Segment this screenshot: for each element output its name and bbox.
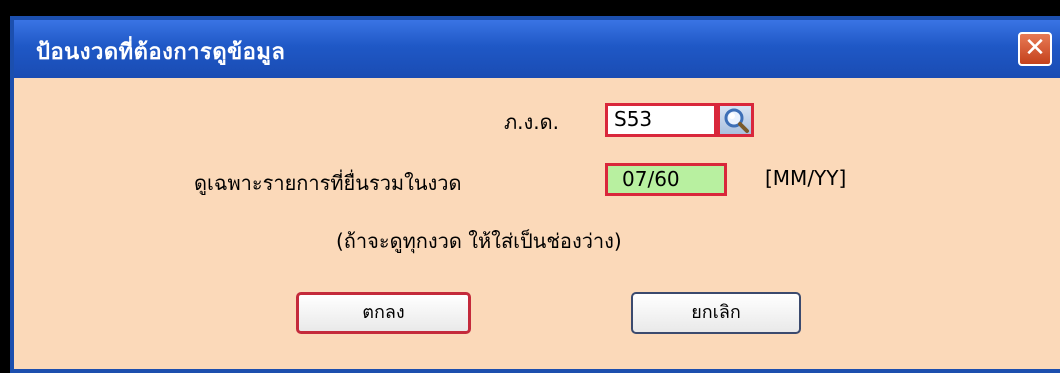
period-format-hint: [MM/YY] xyxy=(765,166,847,190)
form-code-input[interactable]: S53 xyxy=(605,103,717,137)
close-button[interactable]: ✕ xyxy=(1018,32,1052,66)
blank-period-hint: (ถ้าจะดูทุกงวด ให้ใส่เป็นช่องว่าง) xyxy=(336,229,622,253)
period-dialog: ป้อนงวดที่ต้องการดูข้อมูล ✕ ภ.ง.ด. S53 ด… xyxy=(10,16,1060,373)
code-label: ภ.ง.ด. xyxy=(504,110,560,134)
close-icon: ✕ xyxy=(1024,33,1046,63)
magnifier-icon xyxy=(724,108,749,133)
period-input[interactable]: 07/60 xyxy=(605,163,727,196)
cancel-button[interactable]: ยกเลิก xyxy=(631,292,801,334)
title-bar[interactable]: ป้อนงวดที่ต้องการดูข้อมูล ✕ xyxy=(14,20,1060,78)
period-label: ดูเฉพาะรายการที่ยื่นรวมในงวด xyxy=(194,171,462,195)
ok-button[interactable]: ตกลง xyxy=(296,292,471,334)
lookup-button[interactable] xyxy=(717,103,754,137)
dialog-body: ภ.ง.ด. S53 ดูเฉพาะรายการที่ยื่นรวมในงวด … xyxy=(14,78,1060,369)
dialog-title: ป้อนงวดที่ต้องการดูข้อมูล xyxy=(36,40,286,65)
